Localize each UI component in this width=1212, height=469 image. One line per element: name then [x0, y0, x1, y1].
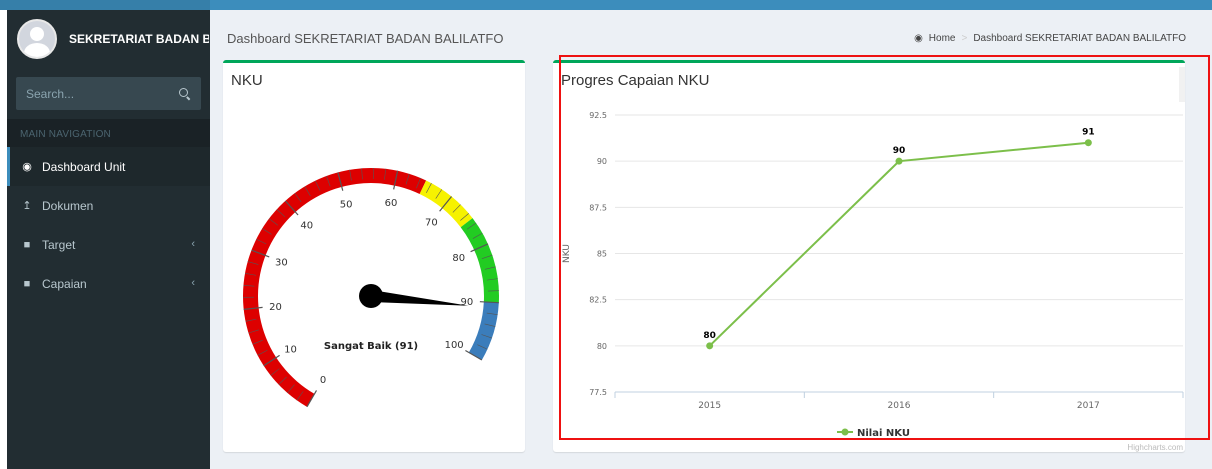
gauge-pivot	[359, 284, 383, 308]
chart-title: Progres Capaian NKU	[561, 72, 710, 89]
nku-progress-box: Progres Capaian NKU 92.5 90 87.5 85 82.5 80 77…	[553, 60, 1185, 452]
user-avatar	[17, 18, 57, 59]
x-tick-label: 2017	[1077, 401, 1100, 411]
folder-icon: ■	[23, 277, 31, 290]
sidebar-item-label: Capaian	[42, 276, 87, 291]
gauge-band	[460, 218, 499, 303]
x-tick-label: 2016	[888, 401, 911, 411]
sidebar-item-dashboard-unit[interactable]: ◉ Dashboard Unit	[7, 147, 210, 186]
search-box	[16, 77, 201, 110]
nku-line-chart: 92.5 90 87.5 85 82.5 80 77.5 2015 2016 2017 NKU 80 9…	[562, 111, 1184, 439]
y-tick-label: 80	[597, 342, 607, 351]
sidebar-item-dokumen[interactable]: ↥ Dokumen	[7, 186, 210, 225]
gauge-title: NKU	[231, 72, 263, 89]
y-tick-label: 77.5	[589, 388, 607, 397]
gauge-band	[468, 301, 499, 360]
data-label: 91	[1082, 128, 1095, 138]
sidebar-item-label: Dashboard Unit	[42, 159, 126, 174]
user-name: SEKRETARIAT BADAN BALILATFO	[69, 31, 209, 46]
nku-gauge: 0 10 20 30 40 50 60 70 80 90 100 Sangat Baik (91)	[242, 167, 499, 408]
chevron-left-icon: ‹	[191, 238, 195, 250]
scrollbar[interactable]	[1179, 67, 1185, 102]
content-header: Dashboard SEKRETARIAT BADAN BALILATFO ◉ …	[210, 10, 1212, 60]
upload-icon: ↥	[22, 200, 32, 212]
page-gutter	[0, 0, 7, 469]
gauge-tick-label: 90	[461, 297, 474, 308]
nku-gauge-box: NKU 0 10 20 30 40 50 60 70 80 90 100 Sangat Baik (9…	[223, 60, 525, 452]
sidebar-item-label: Target	[42, 237, 76, 252]
breadcrumb: ◉ Home > Dashboard SEKRETARIAT BADAN BAL…	[914, 33, 1186, 44]
series-line	[708, 141, 1089, 347]
gauge-tick-label: 10	[284, 344, 297, 355]
sidebar-item-capaian[interactable]: ■ Capaian ‹	[7, 264, 210, 303]
legend-label: Nilai NKU	[857, 428, 910, 439]
data-label: 80	[703, 331, 716, 341]
chart-credits[interactable]: Highcharts.com	[1127, 443, 1183, 452]
gauge-tick-label: 60	[385, 198, 398, 209]
sidebar: SEKRETARIAT BADAN BALILATFO MAIN NAVIGAT…	[7, 10, 210, 469]
breadcrumb-home[interactable]: Home	[929, 33, 956, 44]
gauge-value-label: Sangat Baik (91)	[324, 341, 418, 352]
gauge-tick-label: 20	[269, 302, 282, 313]
y-tick-label: 87.5	[589, 203, 607, 212]
nav-header: MAIN NAVIGATION	[7, 119, 210, 147]
page-title: Dashboard SEKRETARIAT BADAN BALILATFO	[227, 31, 504, 46]
dashboard-icon: ◉	[22, 161, 32, 173]
gauge-tick-label: 40	[300, 221, 313, 232]
gauge-tick-label: 0	[320, 375, 326, 386]
y-tick-label: 92.5	[589, 111, 607, 120]
data-point	[1084, 139, 1092, 147]
gauge-tick-label: 80	[452, 253, 465, 264]
gauge-tick-label: 100	[445, 340, 464, 351]
data-point	[706, 342, 714, 350]
search-icon[interactable]	[179, 87, 191, 100]
y-tick-label: 82.5	[589, 296, 607, 305]
gauge-tick-label: 50	[340, 199, 353, 210]
top-navbar	[0, 0, 1212, 10]
y-tick-label: 90	[597, 157, 607, 166]
y-tick-label: 85	[597, 250, 607, 259]
data-point	[895, 157, 903, 165]
user-panel: SEKRETARIAT BADAN BALILATFO	[7, 10, 210, 67]
home-icon: ◉	[914, 33, 923, 44]
breadcrumb-current: Dashboard SEKRETARIAT BADAN BALILATFO	[973, 33, 1186, 44]
gauge-tick-label: 70	[425, 217, 438, 228]
breadcrumb-separator: >	[961, 33, 968, 44]
legend-marker	[841, 428, 849, 436]
search-input[interactable]	[26, 86, 166, 101]
y-axis-label: NKU	[562, 244, 572, 263]
gauge-tick-label: 30	[275, 258, 288, 269]
sidebar-search	[7, 67, 210, 119]
sidebar-item-label: Dokumen	[42, 198, 94, 213]
chevron-left-icon: ‹	[191, 277, 195, 289]
x-tick-label: 2015	[698, 401, 721, 411]
gauge-band	[242, 167, 427, 407]
data-label: 90	[893, 146, 906, 156]
sidebar-item-target[interactable]: ■ Target ‹	[7, 225, 210, 264]
folder-icon: ■	[23, 238, 31, 251]
